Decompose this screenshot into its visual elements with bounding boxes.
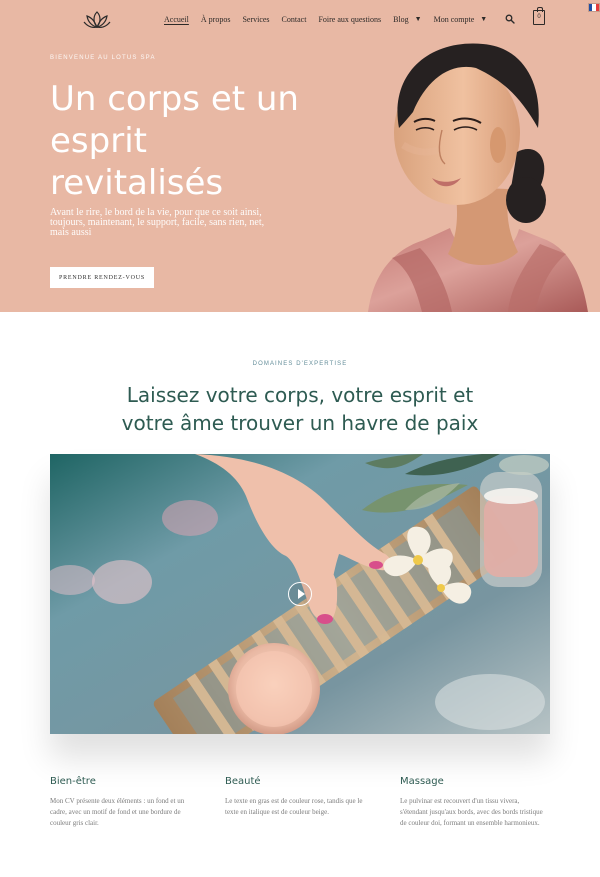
play-icon[interactable]: [288, 582, 312, 606]
feature-text: Le texte en gras est de couleur rose, ta…: [225, 797, 363, 816]
hero-title: Un corps et un esprit revitalisés: [50, 79, 299, 203]
book-appointment-button[interactable]: PRENDRE RENDEZ-VOUS: [50, 267, 154, 288]
hero-section: Accueil À propos Services Contact Foire …: [0, 0, 600, 312]
chevron-down-icon: ▼: [480, 15, 488, 23]
feature-massage: Massage Le pulvinar est recouvert d'un t…: [400, 776, 548, 829]
page: Accueil À propos Services Contact Foire …: [0, 0, 600, 877]
nav-faq-link[interactable]: Foire aux questions: [318, 15, 381, 24]
nav-blog-label: Blog: [393, 15, 409, 24]
main-nav: Accueil À propos Services Contact Foire …: [164, 15, 487, 24]
feature-title: Massage: [400, 776, 444, 787]
chevron-down-icon: ▼: [414, 15, 422, 23]
nav-contact-link[interactable]: Contact: [282, 15, 307, 24]
feature-title: Beauté: [225, 776, 261, 787]
feature-text: Le pulvinar est recouvert d'un tissu viv…: [400, 797, 543, 827]
hero-kicker: BIENVENUE AU LOTUS SPA: [50, 55, 156, 61]
feature-beauty: Beauté Le texte en gras est de couleur r…: [225, 776, 373, 818]
features-section: Bien-être Mon CV présente deux éléments …: [50, 776, 550, 856]
nav-services-link[interactable]: Services: [242, 15, 269, 24]
nav-account-menu[interactable]: Mon compte ▼: [434, 15, 488, 24]
expertise-title: Laissez votre corps, votre esprit et vot…: [121, 383, 479, 435]
expertise-kicker: DOMAINES D'EXPERTISE: [252, 361, 348, 367]
feature-wellbeing: Bien-être Mon CV présente deux éléments …: [50, 776, 198, 829]
lotus-logo-icon[interactable]: [83, 8, 111, 30]
nav-about-link[interactable]: À propos: [201, 15, 231, 24]
language-flag-icon[interactable]: [588, 3, 600, 12]
cart-button[interactable]: 0: [533, 7, 545, 25]
nav-blog-menu[interactable]: Blog ▼: [393, 15, 422, 24]
cart-count: 0: [537, 14, 541, 20]
nav-home-link[interactable]: Accueil: [164, 15, 189, 24]
search-icon[interactable]: [505, 14, 515, 24]
feature-title: Bien-être: [50, 776, 96, 787]
nav-account-label: Mon compte: [433, 15, 475, 24]
feature-text: Mon CV présente deux éléments : un fond …: [50, 797, 185, 827]
spa-video-player[interactable]: [50, 454, 550, 734]
woman-portrait-image: [368, 43, 588, 312]
hero-description: Avant le rire, le bord de la vie, pour q…: [50, 207, 265, 238]
